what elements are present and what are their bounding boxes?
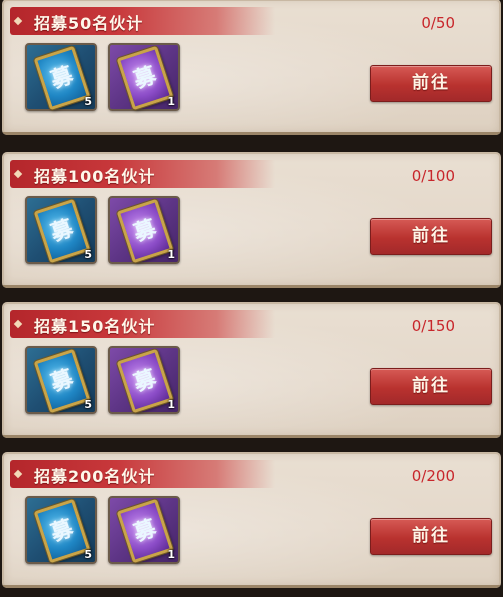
reward-slot[interactable]: 募 5 <box>25 43 97 111</box>
task-card: 招募150名伙计 0/150 募 5 募 1 前往 <box>2 302 501 438</box>
task-title: 招募200名伙计 <box>34 467 156 486</box>
recruit-task-list: 招募50名伙计 0/50 募 5 募 1 前往 招募100名伙计 0/100 募… <box>0 0 503 597</box>
go-button[interactable]: 前往 <box>370 368 492 405</box>
purple-recruit-card-icon: 募 <box>116 498 174 564</box>
reward-count: 5 <box>84 548 92 561</box>
task-title-ribbon: 招募200名伙计 <box>10 460 275 488</box>
reward-count: 1 <box>167 398 175 411</box>
reward-slot[interactable]: 募 5 <box>25 346 97 414</box>
reward-count: 1 <box>167 548 175 561</box>
task-title: 招募100名伙计 <box>34 167 156 186</box>
reward-slot[interactable]: 募 5 <box>25 196 97 264</box>
blue-recruit-card-icon: 募 <box>33 198 91 264</box>
task-card: 招募100名伙计 0/100 募 5 募 1 前往 <box>2 152 501 288</box>
diamond-bullet-icon <box>13 169 23 179</box>
purple-recruit-card-icon: 募 <box>116 348 174 414</box>
diamond-bullet-icon <box>13 16 23 26</box>
purple-recruit-card-icon: 募 <box>116 45 174 111</box>
diamond-bullet-icon <box>13 469 23 479</box>
reward-count: 1 <box>167 95 175 108</box>
reward-slot[interactable]: 募 5 <box>25 496 97 564</box>
diamond-bullet-icon <box>13 319 23 329</box>
blue-recruit-card-icon: 募 <box>33 45 91 111</box>
reward-slot[interactable]: 募 1 <box>108 196 180 264</box>
reward-count: 1 <box>167 248 175 261</box>
go-button[interactable]: 前往 <box>370 218 492 255</box>
task-title-ribbon: 招募150名伙计 <box>10 310 275 338</box>
blue-recruit-card-icon: 募 <box>33 348 91 414</box>
purple-recruit-card-icon: 募 <box>116 198 174 264</box>
task-progress: 0/100 <box>411 167 455 185</box>
task-title-ribbon: 招募50名伙计 <box>10 7 275 35</box>
task-progress: 0/50 <box>421 14 455 32</box>
reward-count: 5 <box>84 95 92 108</box>
task-card: 招募200名伙计 0/200 募 5 募 1 前往 <box>2 452 501 588</box>
reward-slot[interactable]: 募 1 <box>108 43 180 111</box>
reward-count: 5 <box>84 248 92 261</box>
go-button[interactable]: 前往 <box>370 65 492 102</box>
reward-count: 5 <box>84 398 92 411</box>
task-progress: 0/200 <box>411 467 455 485</box>
task-title: 招募150名伙计 <box>34 317 156 336</box>
task-title: 招募50名伙计 <box>34 14 144 33</box>
task-title-ribbon: 招募100名伙计 <box>10 160 275 188</box>
task-card: 招募50名伙计 0/50 募 5 募 1 前往 <box>2 0 501 135</box>
task-progress: 0/150 <box>411 317 455 335</box>
go-button[interactable]: 前往 <box>370 518 492 555</box>
reward-slot[interactable]: 募 1 <box>108 496 180 564</box>
reward-slot[interactable]: 募 1 <box>108 346 180 414</box>
blue-recruit-card-icon: 募 <box>33 498 91 564</box>
